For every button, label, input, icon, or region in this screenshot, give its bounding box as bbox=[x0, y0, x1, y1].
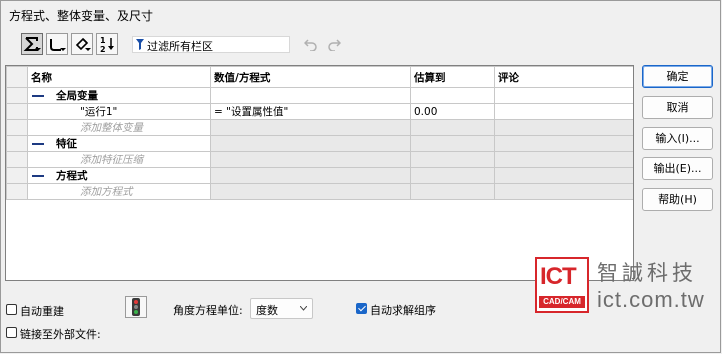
column-header-value[interactable]: 数值/方程式 bbox=[210, 66, 411, 88]
auto-solve-label: 自动求解组序 bbox=[370, 304, 436, 317]
table-header-row: 名称 数值/方程式 估算到 评论 bbox=[6, 66, 633, 88]
auto-solve-checkbox[interactable] bbox=[356, 303, 367, 314]
filter-text: 过滤所有栏区 bbox=[147, 40, 213, 53]
add-equation-placeholder[interactable]: 添加方程式 bbox=[27, 183, 211, 200]
export-button[interactable]: 输出(E)... bbox=[642, 157, 713, 180]
group-row-features: 特征 bbox=[6, 135, 633, 152]
ordered-view-icon[interactable]: 12 bbox=[96, 33, 118, 55]
chevron-down-icon bbox=[300, 306, 307, 311]
filter-input[interactable]: 过滤所有栏区 bbox=[132, 36, 290, 53]
watermark-url: ict.com.tw bbox=[597, 287, 705, 312]
collapse-icon[interactable] bbox=[30, 139, 46, 148]
svg-text:2: 2 bbox=[100, 45, 106, 53]
link-external-checkbox[interactable] bbox=[6, 327, 17, 338]
row-header-corner bbox=[6, 66, 28, 88]
add-row: 添加特征压缩 bbox=[6, 151, 633, 168]
equation-view-icon[interactable] bbox=[46, 33, 68, 55]
add-feature-suppression-placeholder[interactable]: 添加特征压缩 bbox=[27, 151, 211, 168]
watermark: ICT CAD/CAM 智誠科技 ict.com.tw bbox=[535, 257, 715, 317]
variable-comment-cell[interactable] bbox=[494, 103, 633, 120]
column-header-evaluates[interactable]: 估算到 bbox=[410, 66, 495, 88]
sigma-view-icon[interactable] bbox=[21, 33, 43, 55]
table-row: "运行1" = "设置属性值" 0.00 bbox=[6, 103, 633, 120]
auto-rebuild-label: 自动重建 bbox=[20, 305, 64, 318]
column-header-comment[interactable]: 评论 bbox=[494, 66, 633, 88]
variable-name-cell[interactable]: "运行1" bbox=[27, 103, 211, 120]
auto-rebuild-checkbox[interactable] bbox=[6, 304, 17, 315]
ict-logo: ICT CAD/CAM bbox=[535, 257, 589, 313]
equations-dialog: 方程式、整体变量、及尺寸 12 过滤所有栏区 名称 数值/方程式 估算到 评论 … bbox=[0, 0, 721, 353]
import-button[interactable]: 输入(I)... bbox=[642, 127, 713, 150]
variable-value-cell[interactable]: = "设置属性值" bbox=[210, 103, 411, 120]
sort-view-icon[interactable] bbox=[71, 33, 93, 55]
group-label[interactable]: 特征 bbox=[27, 135, 211, 152]
cancel-button[interactable]: 取消 bbox=[642, 96, 713, 119]
add-row: 添加整体变量 bbox=[6, 119, 633, 136]
dialog-title: 方程式、整体变量、及尺寸 bbox=[9, 9, 154, 23]
angle-unit-label: 角度方程单位: bbox=[173, 304, 243, 317]
svg-text:1: 1 bbox=[100, 36, 106, 45]
link-external-label: 链接至外部文件: bbox=[20, 328, 101, 341]
filter-icon bbox=[136, 39, 144, 50]
traffic-light-icon[interactable] bbox=[125, 296, 147, 318]
add-row: 添加方程式 bbox=[6, 183, 633, 200]
variable-evaluates-cell: 0.00 bbox=[410, 103, 495, 120]
help-button[interactable]: 帮助(H) bbox=[642, 188, 713, 211]
watermark-company: 智誠科技 bbox=[597, 261, 697, 285]
group-row-equations: 方程式 bbox=[6, 167, 633, 184]
equations-table: 名称 数值/方程式 估算到 评论 全局变量 "运行1" = "设置属性值" 0.… bbox=[5, 65, 634, 281]
group-label[interactable]: 方程式 bbox=[27, 167, 211, 184]
angle-unit-select[interactable]: 度数 bbox=[250, 298, 313, 319]
column-header-name[interactable]: 名称 bbox=[27, 66, 211, 88]
ok-button[interactable]: 确定 bbox=[642, 65, 713, 88]
group-row-global-variables: 全局变量 bbox=[6, 87, 633, 104]
add-global-variable-placeholder[interactable]: 添加整体变量 bbox=[27, 119, 211, 136]
undo-icon[interactable] bbox=[304, 37, 318, 51]
collapse-icon[interactable] bbox=[30, 171, 46, 180]
group-label[interactable]: 全局变量 bbox=[27, 87, 211, 104]
collapse-icon[interactable] bbox=[30, 91, 46, 100]
redo-icon[interactable] bbox=[327, 37, 341, 51]
